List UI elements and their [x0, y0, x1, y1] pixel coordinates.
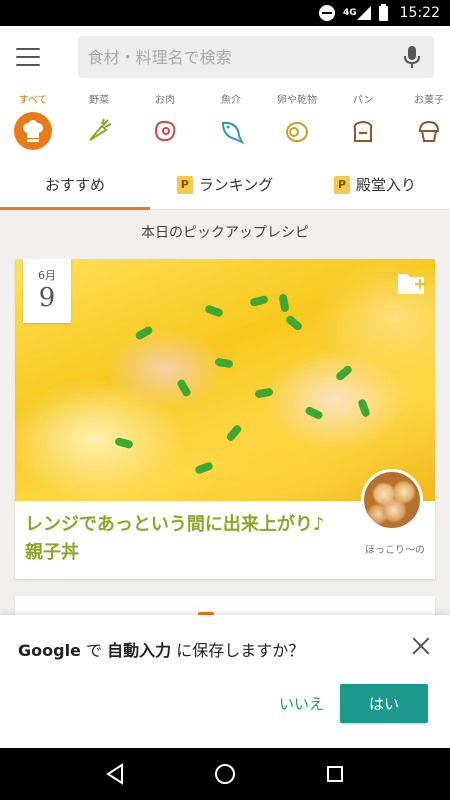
do-not-disturb-icon — [318, 5, 335, 21]
section-title: 本日のピックアップレシピ — [141, 225, 309, 241]
autofill-question: に保存しますか？ — [171, 641, 305, 660]
autofill-message: Google で 自動入力 に保存しますか？ — [18, 637, 304, 661]
home-icon[interactable] — [205, 754, 245, 794]
category-label: お肉 — [155, 95, 175, 106]
category-meat[interactable]: お肉 — [132, 88, 198, 160]
meat-icon — [146, 112, 184, 150]
microphone-icon[interactable] — [400, 45, 424, 69]
premium-badge: P — [176, 175, 193, 194]
tab-label: 殿堂入り — [355, 176, 416, 194]
author-avatar[interactable] — [361, 469, 423, 531]
tab-label: ランキング — [198, 176, 274, 194]
category-label: 卵や乾物 — [277, 95, 317, 106]
category-seafood[interactable]: 魚介 — [198, 88, 264, 160]
recipe-image[interactable]: 6月 9 — [15, 259, 435, 501]
recipe-card[interactable]: 6月 9 レンジであっという間に出来上がり♪親子丼 ほっこり〜の — [15, 259, 435, 579]
category-label: すべて — [18, 95, 48, 106]
autofill-connector: で — [80, 641, 108, 660]
back-icon[interactable] — [95, 754, 135, 794]
muffin-icon — [410, 112, 448, 150]
category-eggs-dried[interactable]: 卵や乾物 — [264, 88, 330, 160]
category-bread[interactable]: パン — [330, 88, 396, 160]
status-bar: 4G 15:22 — [0, 0, 450, 26]
carrot-icon — [80, 112, 118, 150]
date-day: 9 — [38, 283, 56, 313]
egg-icon — [278, 112, 316, 150]
autofill-prompt: Google で 自動入力 に保存しますか？ いいえ はい — [0, 615, 450, 748]
clock: 15:22 — [399, 5, 440, 21]
tab-recommended[interactable]: おすすめ — [0, 160, 150, 210]
tab-ranking[interactable]: P ランキング — [150, 160, 300, 209]
autofill-feature: 自動入力 — [107, 641, 172, 660]
autofill-no-button[interactable]: いいえ — [279, 693, 324, 714]
tab-label: おすすめ — [44, 176, 105, 194]
save-folder-icon[interactable] — [397, 271, 427, 297]
chef-hat-icon — [14, 112, 52, 150]
app-header — [0, 26, 450, 88]
system-nav-bar — [0, 748, 450, 800]
recents-icon[interactable] — [315, 754, 355, 794]
category-label: パン — [352, 95, 374, 106]
recipe-title[interactable]: レンジであっという間に出来上がり♪親子丼 — [25, 511, 325, 567]
search-bar[interactable] — [77, 36, 434, 78]
category-all[interactable]: すべて — [0, 88, 66, 160]
autofill-yes-button[interactable]: はい — [340, 684, 428, 723]
tab-bar: おすすめ P ランキング P 殿堂入り — [0, 160, 450, 210]
fish-icon — [212, 112, 250, 150]
category-vegetables[interactable]: 野菜 — [66, 88, 132, 160]
menu-icon[interactable] — [16, 48, 40, 66]
category-label: 魚介 — [221, 95, 241, 106]
bread-icon — [344, 112, 382, 150]
battery-icon — [378, 3, 388, 21]
signal-icon: 4G — [343, 6, 371, 20]
date-month: 6月 — [38, 269, 56, 282]
premium-badge: P — [333, 175, 350, 194]
tab-hall-of-fame[interactable]: P 殿堂入り — [300, 160, 450, 209]
search-input[interactable] — [87, 47, 400, 67]
category-label: 野菜 — [89, 95, 109, 106]
network-type: 4G — [342, 7, 357, 18]
category-sweets[interactable]: お菓子 — [396, 88, 450, 160]
date-badge: 6月 9 — [23, 259, 71, 323]
author-name[interactable]: ほっこり〜の — [365, 541, 425, 556]
category-label: お菓子 — [414, 95, 444, 106]
category-bar: すべて 野菜 お肉 魚介 卵や乾物 パン お菓子 — [0, 88, 450, 160]
close-icon[interactable] — [412, 637, 430, 655]
autofill-brand: Google — [18, 641, 81, 660]
